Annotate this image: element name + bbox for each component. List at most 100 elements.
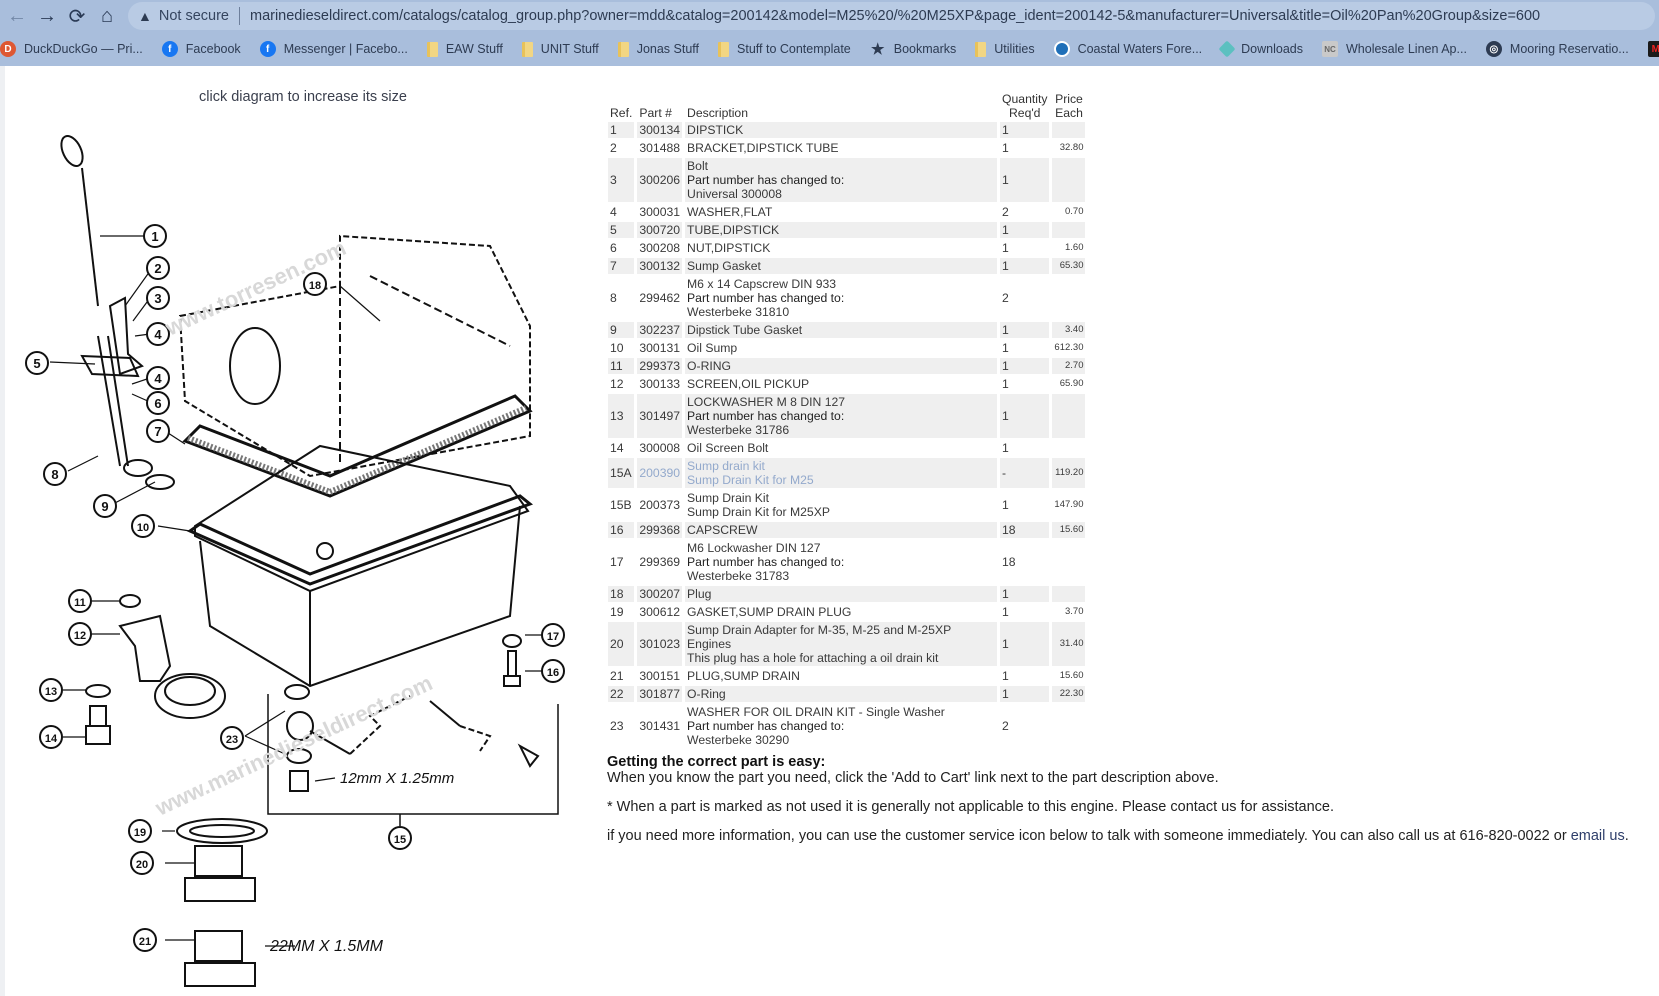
callout-9: 9	[93, 494, 117, 518]
bookmark-item[interactable]: ★ Bookmarks	[870, 41, 956, 58]
address-bar[interactable]: ▲ Not secure marinedieseldirect.com/cata…	[128, 2, 1655, 30]
table-row: 17 299369 M6 Lockwasher DIN 127 Part number…	[608, 540, 1085, 584]
bookmark-item[interactable]: Utilities	[975, 41, 1035, 57]
bookmark-label: EAW Stuff	[445, 42, 503, 56]
description-line: Part number has changed to:	[687, 173, 845, 187]
forward-button[interactable]: →	[32, 1, 62, 31]
quantity-cell: 18	[1000, 522, 1050, 538]
part-number-cell[interactable]: 200390	[637, 458, 683, 488]
oil-pan-exploded-diagram[interactable]: 123445678910111213141516171819202123 12m…	[10, 126, 585, 991]
description-line: Plug	[687, 587, 712, 601]
header-quantity: Quantity Req'd	[1002, 92, 1048, 120]
ref-cell: 18	[608, 586, 635, 602]
description-cell: WASHER,FLAT	[685, 204, 997, 220]
callout-11: 11	[68, 589, 92, 613]
bookmark-item[interactable]: Coastal Waters Fore...	[1053, 41, 1203, 57]
table-row: 10 300131 Oil Sump 1 612.30	[608, 340, 1085, 356]
table-row: 3 300206 Bolt Part number has changed to: Un…	[608, 158, 1086, 202]
description-line: Part number has changed to:	[687, 719, 845, 733]
folder-icon	[426, 41, 438, 57]
price-cell: 22.30	[1052, 686, 1086, 702]
table-row: 9 302237 Dipstick Tube Gasket 1 3.40	[608, 322, 1086, 338]
part-number-cell: 301488	[639, 141, 681, 155]
table-row: 2 301488 BRACKET,DIPSTICK TUBE 1 32.80	[608, 140, 1085, 156]
callout-number: 8	[51, 467, 58, 482]
description-line: Westerbeke 31810	[687, 305, 790, 319]
callout-number: 6	[154, 396, 161, 411]
price-cell	[1052, 158, 1086, 202]
ref-cell: 12	[610, 377, 624, 391]
description-line: Part number has changed to:	[687, 555, 845, 569]
bookmark-label: Downloads	[1241, 42, 1303, 56]
reload-button[interactable]: ⟳	[62, 1, 92, 31]
description-cell: SCREEN,OIL PICKUP	[685, 376, 997, 392]
bookmark-item[interactable]: f Messenger | Facebo...	[259, 41, 408, 57]
email-us-link[interactable]: email us	[1571, 828, 1625, 844]
bookmark-item[interactable]: D DuckDuckGo — Pri...	[0, 41, 143, 57]
callout-1: 1	[143, 224, 167, 248]
catalog-page: click diagram to increase its size 1 2 3…	[0, 66, 1659, 996]
price-cell: 65.30	[1052, 258, 1086, 274]
bookmark-item[interactable]: NC Wholesale Linen Ap...	[1322, 41, 1467, 57]
help-line-contact: if you need more information, you can us…	[607, 828, 1629, 844]
bookmark-item[interactable]: MMobilo Card	[1647, 41, 1659, 57]
table-row: 14 300008 Oil Screen Bolt 1	[608, 440, 1085, 456]
quantity-cell: 1	[1000, 358, 1050, 374]
quantity-cell: 1	[1002, 605, 1009, 619]
description-cell: O-RING	[685, 358, 998, 374]
description-line: Sump Drain Kit for M25XP	[687, 505, 830, 519]
bookmark-item[interactable]: f Facebook	[161, 41, 241, 57]
ref-cell: 11	[608, 358, 635, 374]
bookmark-item[interactable]: Jonas Stuff	[617, 41, 699, 57]
price-cell	[1052, 276, 1085, 320]
browser-chrome: ← → ⟳ ⌂ ▲ Not secure marinedieseldirect.…	[0, 0, 1659, 66]
oil-sump-shape	[186, 494, 534, 586]
callout-number: 1	[151, 229, 158, 244]
quantity-cell: 1	[1002, 498, 1009, 512]
part-number-cell: 301497	[637, 394, 683, 438]
callout-17: 17	[541, 623, 565, 647]
security-label[interactable]: Not secure	[159, 8, 229, 24]
callout-3: 3	[146, 286, 170, 310]
description-cell: Oil Screen Bolt	[685, 440, 997, 456]
bookmark-label: Coastal Waters Fore...	[1077, 42, 1203, 56]
ref-cell: 10	[610, 341, 624, 355]
description-cell: PLUG,SUMP DRAIN	[685, 668, 997, 684]
callout-20: 20	[130, 851, 154, 875]
warning-triangle-icon[interactable]: ▲	[138, 8, 152, 24]
bolt-thread-annotation: 12mm X 1.25mm	[340, 770, 454, 787]
table-row: 15B 200373 Sump Drain Kit Sump Drain Kit fo…	[608, 490, 1085, 520]
quantity-cell: 1	[1000, 686, 1050, 702]
description-cell: TUBE,DIPSTICK	[685, 222, 998, 238]
description-cell: Dipstick Tube Gasket	[685, 322, 998, 338]
home-button[interactable]: ⌂	[92, 1, 122, 31]
description-line: WASHER FOR OIL DRAIN KIT - Single Washer	[687, 705, 945, 719]
description-line: O-Ring	[687, 687, 726, 701]
dipstick-rod-shape	[81, 167, 99, 307]
back-arrow-icon: ←	[7, 4, 27, 27]
bookmark-item[interactable]: Stuff to Contemplate	[718, 41, 851, 57]
quantity-cell: 1	[1000, 322, 1050, 338]
bookmark-item[interactable]: ◎ Mooring Reservatio...	[1485, 41, 1629, 57]
description-cell: M6 x 14 Capscrew DIN 933 Part number has …	[685, 276, 997, 320]
part-number-cell: 302237	[637, 322, 683, 338]
quantity-cell: 1	[1000, 622, 1050, 666]
header-part-number: Part #	[639, 106, 672, 120]
dipstick-loop-shape	[60, 135, 84, 167]
callout-5: 5	[25, 351, 49, 375]
sump-drain-plug-shape	[184, 930, 256, 987]
table-row: 7 300132 Sump Gasket 1 65.30	[608, 258, 1086, 274]
bookmark-item[interactable]: EAW Stuff	[426, 41, 503, 57]
callout-13: 13	[39, 678, 63, 702]
back-button[interactable]: ←	[2, 1, 32, 31]
description-line: Westerbeke 31783	[687, 569, 790, 583]
bookmark-item[interactable]: UNIT Stuff	[521, 41, 599, 57]
bookmark-label: DuckDuckGo — Pri...	[24, 42, 143, 56]
duckduckgo-icon: D	[0, 41, 16, 57]
quantity-cell: 2	[1002, 719, 1009, 733]
navigation-bar: ← → ⟳ ⌂ ▲ Not secure marinedieseldirect.…	[0, 0, 1659, 32]
watermark-text: www.marinedieseldirect.com	[151, 670, 437, 821]
bookmark-item[interactable]: Downloads	[1218, 40, 1303, 58]
callout-number: 16	[547, 667, 559, 679]
url-text[interactable]: marinedieseldirect.com/catalogs/catalog_…	[250, 8, 1540, 24]
